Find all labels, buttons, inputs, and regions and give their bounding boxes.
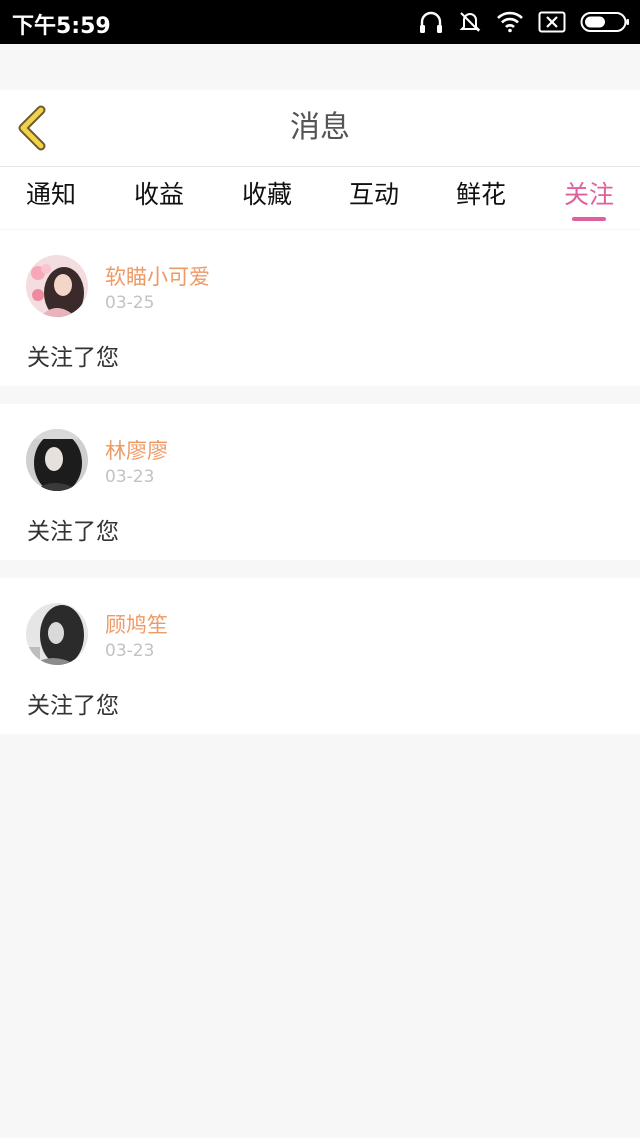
list-item[interactable]: 林廖廖 03-23 关注了您 — [0, 404, 640, 560]
status-time: 下午5:59 — [12, 14, 111, 39]
message-date: 03-23 — [105, 641, 155, 661]
avatar[interactable] — [26, 255, 88, 317]
page-title: 消息 — [290, 110, 350, 145]
no-sim-icon — [538, 11, 566, 33]
tab-notifications[interactable]: 通知 — [26, 167, 76, 229]
active-tab-indicator — [571, 217, 606, 221]
tab-flowers[interactable]: 鲜花 — [456, 167, 506, 229]
wifi-icon — [496, 11, 524, 33]
tab-label: 互动 — [348, 180, 400, 209]
avatar[interactable] — [26, 429, 88, 491]
message-date: 03-23 — [105, 467, 155, 487]
tab-label: 关注 — [563, 180, 615, 209]
tab-label: 收藏 — [241, 180, 293, 209]
tab-favorites[interactable]: 收藏 — [242, 167, 292, 229]
tab-interactions[interactable]: 互动 — [349, 167, 399, 229]
message-text: 关注了您 — [27, 345, 119, 371]
bell-muted-icon — [458, 10, 482, 34]
message-list: 软瞄小可爱 03-25 关注了您 林廖廖 03-23 关注了您 顾鸠笙 03-2… — [0, 230, 640, 752]
tab-label: 鲜花 — [455, 180, 507, 209]
tab-earnings[interactable]: 收益 — [134, 167, 184, 229]
user-name[interactable]: 软瞄小可爱 — [105, 261, 210, 291]
headphones-icon — [418, 10, 444, 34]
tab-bar: 通知 收益 收藏 互动 鲜花 关注 — [0, 167, 640, 229]
message-text: 关注了您 — [27, 693, 119, 719]
message-date: 03-25 — [105, 293, 155, 313]
status-bar: 下午5:59 — [0, 0, 640, 44]
header-bar: 消息 — [0, 90, 640, 167]
message-text: 关注了您 — [27, 519, 119, 545]
battery-icon — [580, 11, 630, 33]
tab-following[interactable]: 关注 — [564, 167, 614, 229]
user-name[interactable]: 林廖廖 — [105, 435, 168, 465]
tab-label: 通知 — [25, 180, 77, 209]
list-item[interactable]: 软瞄小可爱 03-25 关注了您 — [0, 230, 640, 386]
tab-label: 收益 — [133, 180, 185, 209]
user-name[interactable]: 顾鸠笙 — [105, 609, 168, 639]
avatar[interactable] — [26, 603, 88, 665]
list-item[interactable]: 顾鸠笙 03-23 关注了您 — [0, 578, 640, 734]
status-icons — [418, 10, 630, 34]
